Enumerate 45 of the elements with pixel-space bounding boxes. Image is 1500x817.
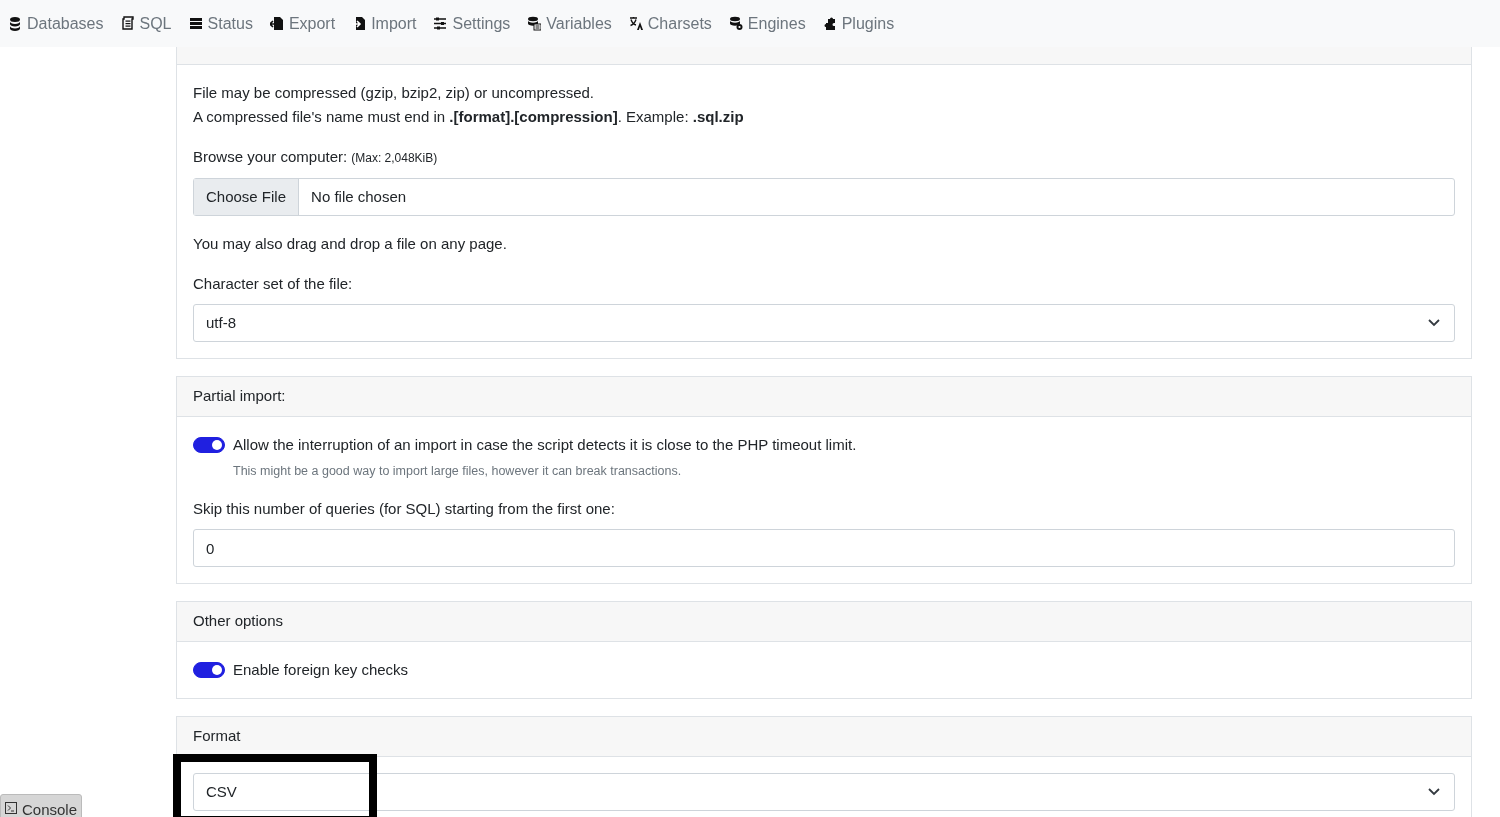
select-field[interactable]: CSV xyxy=(193,773,1455,811)
file-input[interactable]: Choose File No file chosen xyxy=(193,178,1455,216)
field-label: Character set of the file: xyxy=(193,274,354,294)
nav-link[interactable]: Variables xyxy=(527,11,612,36)
scroll-icon xyxy=(120,16,135,31)
nav-link[interactable]: Settings xyxy=(433,11,511,36)
help-text: File may be compressed (gzip, bzip2, zip) or uncompressed. xyxy=(193,83,595,103)
translate-icon xyxy=(628,16,643,31)
database-list-icon xyxy=(527,16,542,31)
toggle-switch[interactable] xyxy=(193,437,225,453)
option-label: Allow the interruption of an import in case the script detects it is close to the PHP timeout limit. xyxy=(233,435,857,455)
card-title: Other options xyxy=(193,611,284,632)
help-text: A compressed file's name must end in .[format].[compression]. Example: .sql.zip xyxy=(193,107,745,127)
nav-link[interactable]: Engines xyxy=(728,11,806,36)
nav-link[interactable]: Databases xyxy=(8,11,104,36)
chevron-down-icon xyxy=(1428,788,1440,796)
nav-link[interactable]: Charsets xyxy=(628,11,712,36)
nav-link[interactable]: Status xyxy=(188,11,253,36)
drag-note: You may also drag and drop a file on any page. xyxy=(193,234,508,254)
puzzle-piece-icon xyxy=(822,16,837,31)
card-title: Format xyxy=(193,726,241,747)
hint-text: This might be a good way to import large files, however it can break transactions. xyxy=(233,463,683,480)
choose-file-button[interactable]: Choose File xyxy=(194,179,300,215)
server-rack-icon xyxy=(188,16,203,31)
nav-link[interactable]: SQL xyxy=(120,11,172,36)
card-title: Partial import: xyxy=(193,386,286,407)
file-export-icon xyxy=(269,16,284,31)
database-gear-icon xyxy=(728,16,743,31)
sliders-icon xyxy=(433,16,448,31)
toggle-switch[interactable] xyxy=(193,662,225,678)
option-label: Enable foreign key checks xyxy=(233,660,409,680)
nav-link[interactable]: Plugins xyxy=(822,11,895,36)
chevron-down-icon xyxy=(1428,319,1440,327)
file-status: No file chosen xyxy=(310,186,408,207)
console-button[interactable]: Console xyxy=(0,794,83,817)
field-label: Skip this number of queries (for SQL) starting from the first one: xyxy=(193,499,616,519)
size-note: (Max: 2,048KiB) xyxy=(351,150,438,167)
select-field[interactable]: utf-8 xyxy=(193,304,1455,342)
nav-link[interactable]: Import xyxy=(352,11,417,36)
nav-link[interactable]: Export xyxy=(269,11,336,36)
terminal-icon xyxy=(5,802,17,814)
number-input[interactable]: 0 xyxy=(193,529,1455,567)
file-import-icon xyxy=(352,16,367,31)
database-icon xyxy=(8,16,22,31)
field-label: Browse your computer: xyxy=(193,147,348,167)
